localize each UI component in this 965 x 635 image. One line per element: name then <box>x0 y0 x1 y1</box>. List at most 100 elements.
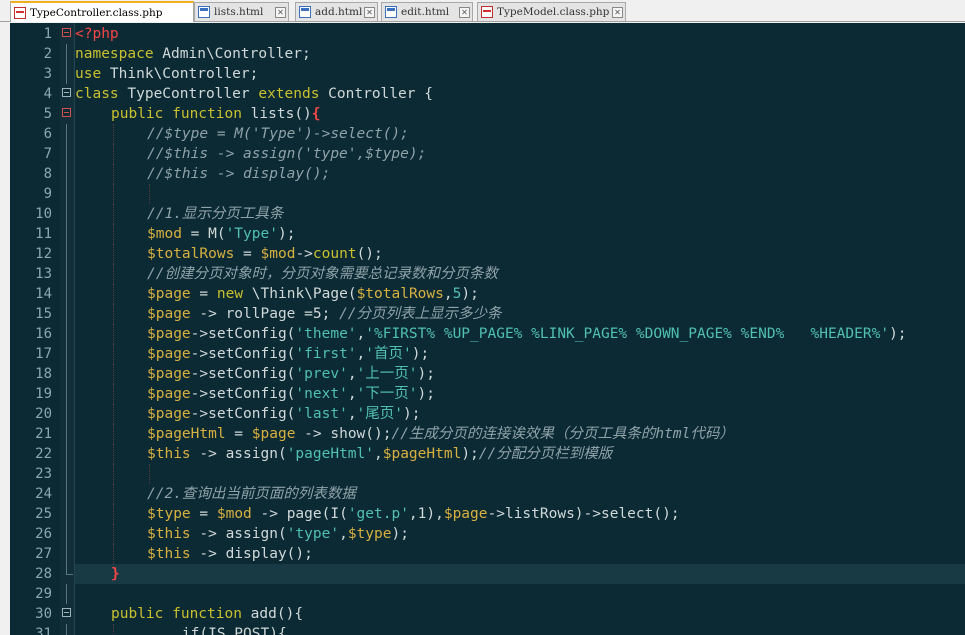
fold-toggle-icon[interactable] <box>62 88 71 97</box>
indent-guide <box>113 484 114 504</box>
line-number: 10 <box>35 206 52 222</box>
code-line[interactable]: 3 use Think\Controller; <box>44 64 965 84</box>
close-tab-icon[interactable]: ✕ <box>459 7 470 18</box>
code-line[interactable]: 7 //$this -> assign('type',$type); <box>44 144 965 164</box>
line-text: public function lists(){ <box>111 104 321 124</box>
line-number: 20 <box>35 406 52 422</box>
token-var: $pageHtml <box>147 426 226 442</box>
tab-label: edit.html <box>401 6 450 18</box>
indent-guide <box>113 464 114 484</box>
indent-guide <box>113 544 114 564</box>
fold-line <box>66 204 67 224</box>
close-tab-icon[interactable]: ✕ <box>364 7 375 18</box>
tab-typemodel-class-php[interactable]: TypeModel.class.php ✕ <box>477 2 626 21</box>
fold-line <box>66 464 67 484</box>
code-line[interactable]: 4 class TypeController extends Controller… <box>44 84 965 104</box>
code-line[interactable]: 30 public function add(){ <box>35 604 965 624</box>
code-line[interactable]: 23 <box>35 464 965 484</box>
code-line[interactable]: 20 $page->setConfig('last','尾页'); <box>35 404 965 424</box>
token-var: $this <box>147 526 191 542</box>
line-text: $this -> display(); <box>147 544 313 564</box>
close-tab-icon[interactable]: ✕ <box>612 7 623 18</box>
code-line[interactable]: 19 $page->setConfig('next','下一页'); <box>35 384 965 404</box>
tab-edit-html[interactable]: edit.html ✕ <box>381 2 473 21</box>
fold-toggle-icon[interactable] <box>62 28 71 37</box>
code-line[interactable]: 21 $pageHtml = $page -> show();//生成分页的连接诶… <box>35 424 965 444</box>
code-line[interactable]: 27 $this -> display(); <box>35 544 965 564</box>
token-fn: , <box>374 446 383 462</box>
code-line[interactable]: 25 $type = $mod -> page(I('get.p',1),$pag… <box>35 504 965 524</box>
code-line[interactable]: 6 //$type = M('Type')->select(); <box>44 124 965 144</box>
token-fn: -> display(); <box>190 546 313 562</box>
token-com: //$this -> display(); <box>147 166 331 182</box>
code-line[interactable]: 28} <box>35 564 965 584</box>
code-line[interactable]: 16 $page->setConfig('theme','%FIRST% %UP_… <box>35 324 965 344</box>
tab-label: lists.html <box>214 6 264 18</box>
code-line[interactable]: 14 $page = new \Think\Page($totalRows,5); <box>35 284 965 304</box>
fold-line <box>66 384 67 404</box>
token-fn: ); <box>403 406 421 422</box>
token-var: $page <box>147 306 191 322</box>
code-line[interactable]: 2 namespace Admin\Controller; <box>44 44 965 64</box>
code-area[interactable]: 1 <?php 2 namespace Admin\Controller; 3 use T… <box>35 23 965 635</box>
line-text: $this -> assign('pageHtml',$pageHtml);//… <box>147 444 612 464</box>
token-fn: TypeController <box>118 86 259 102</box>
line-number: 3 <box>43 66 52 82</box>
tab-typecontroller-class-php[interactable]: TypeController.class.php <box>10 1 194 22</box>
code-line[interactable]: 1 <?php <box>44 24 965 44</box>
line-number: 7 <box>43 146 52 162</box>
fold-line <box>66 304 67 324</box>
code-line[interactable]: 8 //$this -> display(); <box>44 164 965 184</box>
token-fn: ); <box>417 386 435 402</box>
code-line[interactable]: 13 //创建分页对象时，分页对象需要总记录数和分页条数 <box>35 264 965 284</box>
token-com: //创建分页对象时，分页对象需要总记录数和分页条数 <box>147 266 498 282</box>
token-fn: ->setConfig( <box>190 386 296 402</box>
fold-line <box>66 444 67 464</box>
token-var: $this <box>147 546 191 562</box>
line-number: 19 <box>35 386 52 402</box>
code-line[interactable]: 18 $page->setConfig('prev','上一页'); <box>35 364 965 384</box>
tab-lists-html[interactable]: lists.html ✕ <box>194 2 289 21</box>
token-var: $page <box>147 366 191 382</box>
code-line[interactable]: 9 <box>44 184 965 204</box>
indent-guide <box>113 384 114 404</box>
fold-line <box>66 584 67 604</box>
indent-guide <box>113 324 114 344</box>
fold-line <box>66 124 67 144</box>
fold-end-marker <box>66 564 73 575</box>
line-text: //1.显示分页工具条 <box>147 204 283 224</box>
indent-guide <box>113 224 114 244</box>
token-fn: (); <box>356 246 383 262</box>
token-var: $pageHtml <box>382 446 462 462</box>
token-str: 'first' <box>295 346 357 362</box>
line-number: 4 <box>43 86 52 102</box>
indent-guide <box>113 424 114 444</box>
code-line[interactable]: 5 public function lists(){ <box>44 104 965 124</box>
token-fn: -> show(); <box>295 426 392 442</box>
code-line[interactable]: 29 <box>35 584 965 604</box>
code-line[interactable]: 17 $page->setConfig('first','首页'); <box>35 344 965 364</box>
code-line[interactable]: 11 $mod = M('Type'); <box>35 224 965 244</box>
token-fn: = <box>190 506 217 522</box>
code-line[interactable]: 12 $totalRows = $mod->count(); <box>35 244 965 264</box>
code-line[interactable]: 31 if(IS_POST){ <box>35 624 965 635</box>
fold-toggle-icon[interactable] <box>62 608 71 617</box>
code-line[interactable]: 22 $this -> assign('pageHtml',$pageHtml);… <box>35 444 965 464</box>
tab-add-html[interactable]: add.html ✕ <box>295 2 378 21</box>
token-kw: count <box>312 246 357 262</box>
code-line[interactable]: 15 $page -> rollPage =5; //分页列表上显示多少条 <box>35 304 965 324</box>
token-fn: ); <box>889 326 907 342</box>
token-kw: class <box>75 86 119 102</box>
line-text: $page->setConfig('first','首页'); <box>147 344 429 364</box>
token-str: 'next' <box>295 386 348 402</box>
code-line[interactable]: 26 $this -> assign('type',$type); <box>35 524 965 544</box>
code-editor[interactable]: 1 <?php 2 namespace Admin\Controller; 3 use T… <box>0 23 965 635</box>
code-line[interactable]: 10 //1.显示分页工具条 <box>35 204 965 224</box>
code-line[interactable]: 24 //2.查询出当前页面的列表数据 <box>35 484 965 504</box>
fold-line <box>66 624 67 635</box>
fold-toggle-icon[interactable] <box>62 108 71 117</box>
token-fn: = <box>190 286 217 302</box>
token-kw: public function <box>111 606 242 622</box>
indent-guide <box>113 344 114 364</box>
close-tab-icon[interactable]: ✕ <box>275 7 286 18</box>
